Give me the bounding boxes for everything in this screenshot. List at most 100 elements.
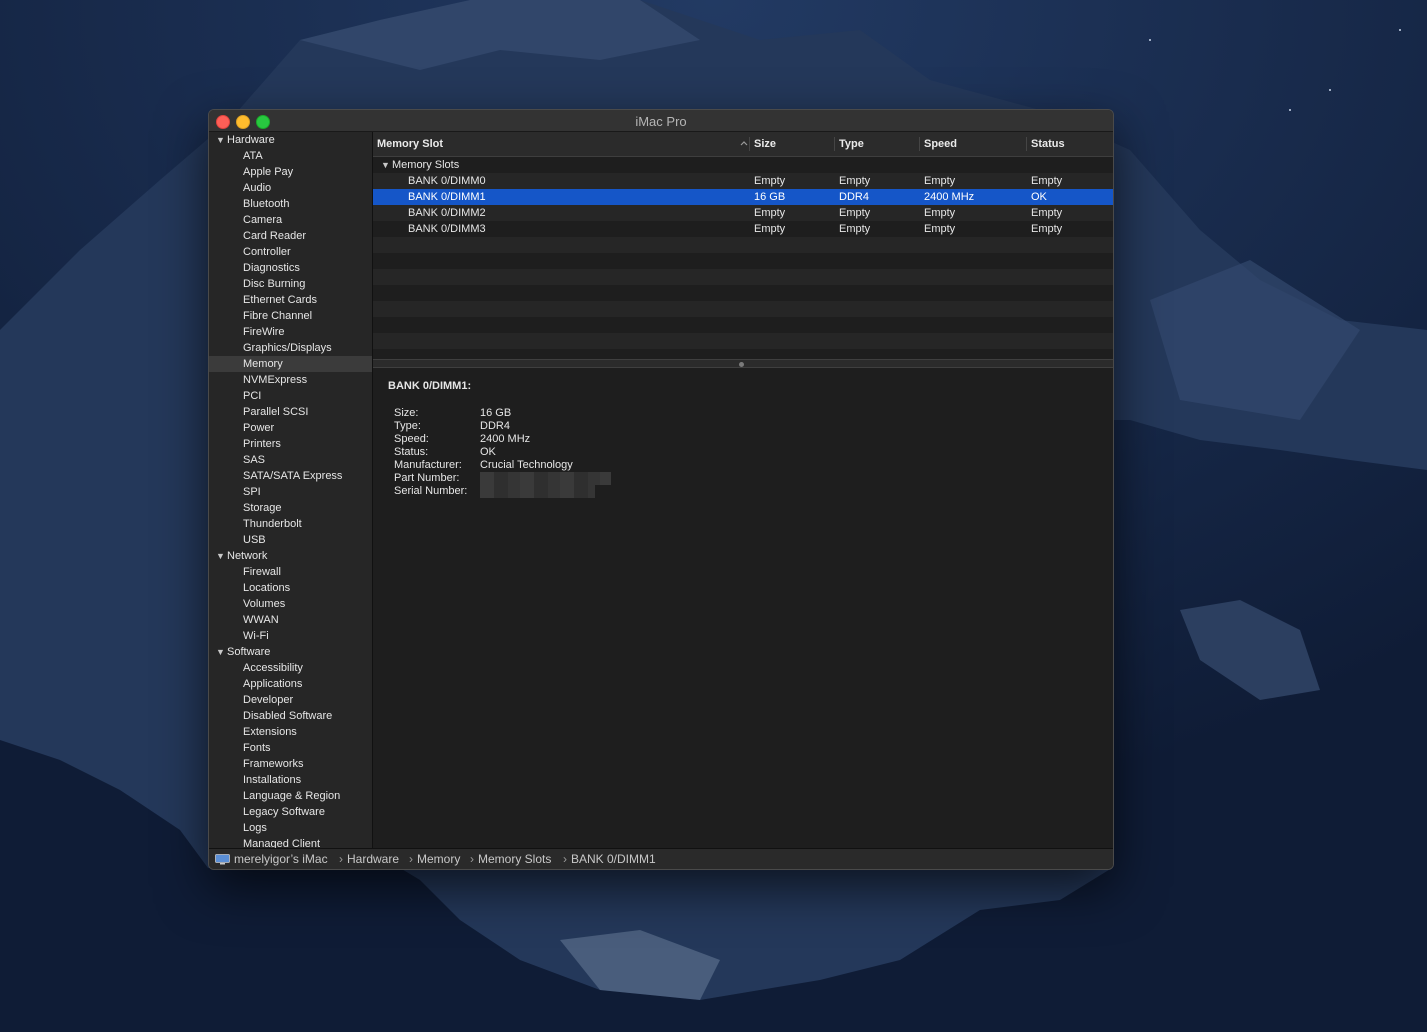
column-header-size[interactable]: Size xyxy=(750,132,835,156)
disclosure-triangle-icon[interactable]: ▼ xyxy=(216,644,225,660)
sidebar-item-extensions[interactable]: Extensions xyxy=(209,724,372,740)
column-header-memory-slot[interactable]: Memory Slot xyxy=(373,132,743,156)
sidebar-item-label: Locations xyxy=(243,582,291,594)
column-header-type[interactable]: Type xyxy=(835,132,920,156)
sidebar-item-managed-client[interactable]: Managed Client xyxy=(209,836,372,848)
sidebar-item-wi-fi[interactable]: Wi-Fi xyxy=(209,628,372,644)
sidebar-item-wwan[interactable]: WWAN xyxy=(209,612,372,628)
title-bar[interactable]: iMac Pro xyxy=(209,110,1113,132)
detail-value-type: DDR4 xyxy=(480,420,510,432)
sidebar-item-usb[interactable]: USB xyxy=(209,532,372,548)
sidebar-item-spi[interactable]: SPI xyxy=(209,484,372,500)
sidebar-item-storage[interactable]: Storage xyxy=(209,500,372,516)
chevron-right-icon: › xyxy=(563,852,567,866)
sidebar-item-audio[interactable]: Audio xyxy=(209,180,372,196)
path-crumb-hardware[interactable]: Hardware xyxy=(347,849,399,869)
detail-key-serial-number: Serial Number: xyxy=(394,485,468,497)
sidebar-item-language-region[interactable]: Language & Region xyxy=(209,788,372,804)
sidebar-item-logs[interactable]: Logs xyxy=(209,820,372,836)
table-row[interactable]: BANK 0/DIMM0 Empty Empty Empty Empty xyxy=(373,173,1113,189)
sort-ascending-icon[interactable] xyxy=(739,138,749,148)
sidebar-item-memory[interactable]: Memory xyxy=(209,356,372,372)
cell-type: Empty xyxy=(839,207,871,219)
cell-status: Empty xyxy=(1031,207,1063,219)
column-header-status[interactable]: Status xyxy=(1027,132,1113,156)
path-crumb-merelyigor-s-imac[interactable]: merelyigor’s iMac xyxy=(234,849,328,869)
sidebar-item-apple-pay[interactable]: Apple Pay xyxy=(209,164,372,180)
sidebar-item-ata[interactable]: ATA xyxy=(209,148,372,164)
sidebar-item-label: Fonts xyxy=(243,742,271,754)
table-row[interactable]: BANK 0/DIMM1 16 GB DDR4 2400 MHz OK xyxy=(373,189,1113,205)
cell-speed: Empty xyxy=(924,207,956,219)
sidebar-group-label: Hardware xyxy=(227,134,275,146)
empty-row xyxy=(373,317,1113,333)
sidebar-item-label: Storage xyxy=(243,502,282,514)
sidebar-group-hardware[interactable]: ▼ Hardware xyxy=(209,132,372,148)
path-crumb-bank-0-dimm1[interactable]: BANK 0/DIMM1 xyxy=(571,849,656,869)
sidebar-item-pci[interactable]: PCI xyxy=(209,388,372,404)
sidebar-group-software[interactable]: ▼ Software xyxy=(209,644,372,660)
sidebar-item-diagnostics[interactable]: Diagnostics xyxy=(209,260,372,276)
sidebar-group-label: Software xyxy=(227,646,271,658)
table-row[interactable]: BANK 0/DIMM2 Empty Empty Empty Empty xyxy=(373,205,1113,221)
sidebar-item-firewall[interactable]: Firewall xyxy=(209,564,372,580)
sidebar-item-ethernet-cards[interactable]: Ethernet Cards xyxy=(209,292,372,308)
sidebar-item-legacy-software[interactable]: Legacy Software xyxy=(209,804,372,820)
sidebar-item-camera[interactable]: Camera xyxy=(209,212,372,228)
sidebar-item-label: NVMExpress xyxy=(243,374,308,386)
sidebar-item-disabled-software[interactable]: Disabled Software xyxy=(209,708,372,724)
sidebar-item-fonts[interactable]: Fonts xyxy=(209,740,372,756)
sidebar-item-label: Thunderbolt xyxy=(243,518,302,530)
memory-table[interactable]: Memory Slot Size Type Speed Status ▼ Memo… xyxy=(373,132,1113,359)
sidebar-item-label: FireWire xyxy=(243,326,285,338)
chevron-right-icon: › xyxy=(339,852,343,866)
sidebar-item-sata-sata-express[interactable]: SATA/SATA Express xyxy=(209,468,372,484)
path-crumb-memory-slots[interactable]: Memory Slots xyxy=(478,849,551,869)
sidebar-item-accessibility[interactable]: Accessibility xyxy=(209,660,372,676)
sidebar-item-graphics-displays[interactable]: Graphics/Displays xyxy=(209,340,372,356)
sidebar-item-firewire[interactable]: FireWire xyxy=(209,324,372,340)
sidebar-item-controller[interactable]: Controller xyxy=(209,244,372,260)
redacted-value xyxy=(480,485,595,498)
sidebar-item-nvmexpress[interactable]: NVMExpress xyxy=(209,372,372,388)
disclosure-triangle-icon[interactable]: ▼ xyxy=(216,132,225,148)
sidebar-item-installations[interactable]: Installations xyxy=(209,772,372,788)
sidebar-item-frameworks[interactable]: Frameworks xyxy=(209,756,372,772)
sidebar-item-locations[interactable]: Locations xyxy=(209,580,372,596)
detail-key-manufacturer: Manufacturer: xyxy=(394,459,462,471)
cell-type: Empty xyxy=(839,223,871,235)
path-crumb-memory[interactable]: Memory xyxy=(417,849,460,869)
sidebar-item-label: WWAN xyxy=(243,614,279,626)
sidebar-item-volumes[interactable]: Volumes xyxy=(209,596,372,612)
disclosure-triangle-icon[interactable]: ▼ xyxy=(381,157,390,173)
sidebar-item-parallel-scsi[interactable]: Parallel SCSI xyxy=(209,404,372,420)
cell-status: OK xyxy=(1031,191,1047,203)
sidebar-item-printers[interactable]: Printers xyxy=(209,436,372,452)
disclosure-triangle-icon[interactable]: ▼ xyxy=(216,548,225,564)
sidebar-item-label: Managed Client xyxy=(243,838,321,848)
table-row[interactable]: BANK 0/DIMM3 Empty Empty Empty Empty xyxy=(373,221,1113,237)
sidebar-item-applications[interactable]: Applications xyxy=(209,676,372,692)
sidebar-item-label: Wi-Fi xyxy=(243,630,269,642)
cell-memory-slot: BANK 0/DIMM3 xyxy=(408,223,486,235)
detail-value-speed: 2400 MHz xyxy=(480,433,531,445)
empty-row xyxy=(373,237,1113,253)
sidebar-item-fibre-channel[interactable]: Fibre Channel xyxy=(209,308,372,324)
sidebar-item-bluetooth[interactable]: Bluetooth xyxy=(209,196,372,212)
sidebar-group-network[interactable]: ▼ Network xyxy=(209,548,372,564)
sidebar-item-sas[interactable]: SAS xyxy=(209,452,372,468)
split-view-divider[interactable] xyxy=(373,359,1113,368)
sidebar-item-power[interactable]: Power xyxy=(209,420,372,436)
empty-row xyxy=(373,349,1113,359)
column-header-speed[interactable]: Speed xyxy=(920,132,1027,156)
detail-pane: BANK 0/DIMM1: Size: 16 GB Type: DDR4 Speed: 2… xyxy=(373,368,1113,848)
divider-handle-icon[interactable] xyxy=(739,362,744,367)
sidebar-item-card-reader[interactable]: Card Reader xyxy=(209,228,372,244)
sidebar-item-thunderbolt[interactable]: Thunderbolt xyxy=(209,516,372,532)
window-title: iMac Pro xyxy=(635,114,687,129)
sidebar-item-disc-burning[interactable]: Disc Burning xyxy=(209,276,372,292)
sidebar-item-label: Fibre Channel xyxy=(243,310,313,322)
table-group-row[interactable]: ▼ Memory Slots xyxy=(373,157,1113,173)
sidebar-item-developer[interactable]: Developer xyxy=(209,692,372,708)
sidebar[interactable]: ▼ Hardware ATA Apple Pay Audio Bluetooth Camer… xyxy=(209,132,373,848)
